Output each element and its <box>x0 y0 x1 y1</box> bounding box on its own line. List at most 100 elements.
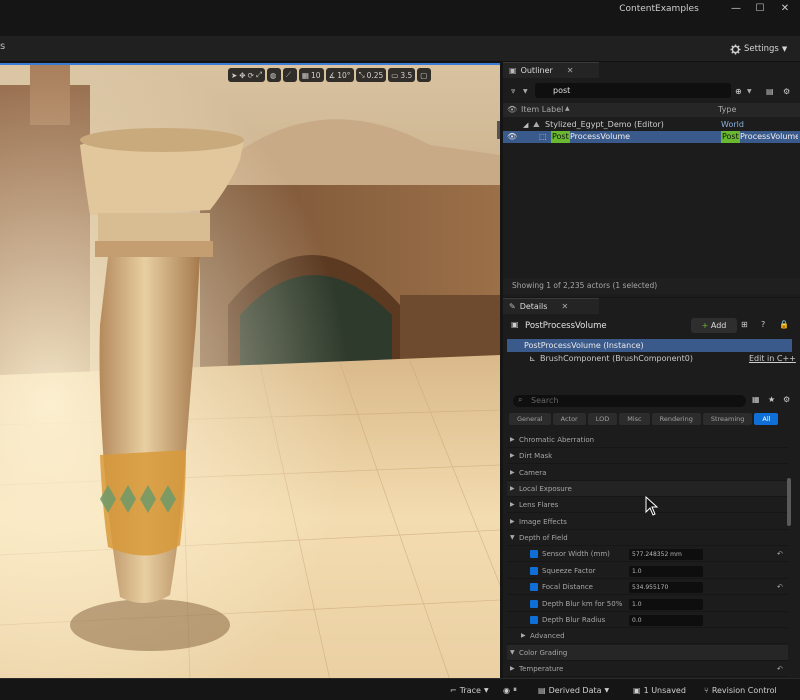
blueprint-icon[interactable]: ⊞ <box>741 320 748 329</box>
minimize-button[interactable]: — <box>726 2 746 16</box>
category-misc[interactable]: Misc <box>619 413 650 425</box>
override-checkbox[interactable] <box>530 616 538 624</box>
category-streaming[interactable]: Streaming <box>702 413 753 425</box>
section-label: Lens Flares <box>519 501 559 509</box>
viewport-toolbar: ➤ ✥ ⟳ ⤢ ◍ ⟋ ▦ 10 ∡ 10° ⤡ 0.25 ▭ 3.5 ▢ <box>228 67 432 83</box>
sensor-width-input[interactable]: 577.248352 mm <box>629 549 703 560</box>
settings-label: Settings <box>744 44 779 54</box>
section-dirt-mask[interactable]: ▶ Dirt Mask <box>507 448 788 464</box>
rotation-snap-button[interactable]: ∡ 10° <box>325 68 354 82</box>
category-lod[interactable]: LOD <box>587 413 618 425</box>
reset-arrow-icon[interactable]: ↶ <box>777 546 783 562</box>
expand-arrow-icon: ▶ <box>510 665 515 672</box>
filter-icon[interactable]: ⩔ <box>511 86 516 96</box>
record-button[interactable]: ◉ ⏸ <box>503 684 517 696</box>
level-viewport[interactable]: ➤ ✥ ⟳ ⤢ ◍ ⟋ ▦ 10 ∡ 10° ⤡ 0.25 ▭ 3.5 ▢ <box>0 63 500 678</box>
close-icon[interactable]: ✕ <box>567 66 574 75</box>
maximize-viewport-button[interactable]: ▢ <box>417 68 432 82</box>
section-chromatic-aberration[interactable]: ▶ Chromatic Aberration <box>507 432 788 448</box>
override-checkbox[interactable] <box>530 583 538 591</box>
component-icon: ⊾ <box>529 354 536 363</box>
section-label: Color Grading <box>519 649 568 657</box>
world-icon: ⛰ <box>533 120 540 129</box>
pencil-icon: ✎ <box>509 302 516 311</box>
depth-blur-radius-input[interactable]: 0.0 <box>629 615 703 626</box>
chevron-down-icon[interactable]: ▼ <box>523 88 528 95</box>
table-view-icon[interactable]: ▦ <box>752 395 760 404</box>
camera-speed-button[interactable]: ▭ 3.5 <box>388 68 416 82</box>
section-camera[interactable]: ▶ Camera <box>507 465 788 481</box>
component-row[interactable]: ⊾ BrushComponent (BrushComponent0) Edit … <box>507 353 796 365</box>
category-general[interactable]: General <box>509 413 551 425</box>
close-window-button[interactable]: ✕ <box>775 2 795 16</box>
category-rendering[interactable]: Rendering <box>651 413 701 425</box>
close-icon[interactable]: ✕ <box>561 302 568 311</box>
depth-blur-km-input[interactable]: 1.0 <box>629 599 703 610</box>
trace-label: Trace <box>459 685 481 695</box>
gear-icon[interactable]: ⚙ <box>783 395 790 404</box>
world-local-button[interactable]: ◍ <box>266 68 281 82</box>
column-item-label[interactable]: Item Label <box>521 105 563 114</box>
save-icon: ▣ <box>633 685 641 695</box>
visibility-eye-icon[interactable]: 👁 <box>507 131 517 143</box>
details-scrollbar[interactable] <box>787 478 791 526</box>
derived-data-icon: ▤ <box>538 685 546 695</box>
scale-snap-value: 0.25 <box>366 70 384 80</box>
section-label: Temperature <box>519 665 564 673</box>
details-search-input[interactable]: Search <box>513 395 746 407</box>
grid-snap-button[interactable]: ▦ 10 <box>298 68 324 82</box>
instance-row[interactable]: PostProcessVolume (Instance) <box>507 339 792 352</box>
surface-snap-button[interactable]: ⟋ <box>282 68 297 82</box>
select-mode-button[interactable]: ➤ ✥ ⟳ ⤢ <box>228 68 265 82</box>
prop-label: Depth Blur Radius <box>542 616 606 624</box>
focal-distance-input[interactable]: 534.955170 <box>629 582 703 593</box>
section-local-exposure[interactable]: ▶ Local Exposure <box>507 481 788 497</box>
prop-focal-distance: Focal Distance 534.955170 ↶ <box>507 579 788 595</box>
section-label: Image Effects <box>519 518 567 526</box>
reset-arrow-icon[interactable]: ↶ <box>777 579 783 595</box>
visibility-eye-icon[interactable]: 👁 <box>507 105 517 114</box>
outliner-row-world[interactable]: ◢ ⛰ Stylized_Egypt_Demo (Editor) World <box>503 119 800 131</box>
folder-icon[interactable]: ▤ <box>766 87 774 96</box>
chevron-down-icon[interactable]: ▼ <box>747 88 752 95</box>
add-component-button[interactable]: + Add <box>691 318 737 333</box>
override-checkbox[interactable] <box>530 600 538 608</box>
star-icon[interactable]: ★ <box>768 395 775 404</box>
expand-arrow-icon: ▶ <box>510 452 515 459</box>
outliner-row-postprocessvolume[interactable]: 👁 ⬚ Post ProcessVolume Post ProcessVolum… <box>503 131 800 143</box>
scale-snap-button[interactable]: ⤡ 0.25 <box>355 68 387 82</box>
section-advanced[interactable]: ▶ Advanced <box>507 628 788 644</box>
category-actor[interactable]: Actor <box>552 413 586 425</box>
toolbar-overflow-label[interactable]: s <box>0 41 5 52</box>
expand-arrow-icon: ◢ <box>523 121 529 129</box>
revision-control-button[interactable]: ⑂ Revision Control <box>704 684 777 696</box>
reset-arrow-icon[interactable]: ↶ <box>777 661 783 677</box>
gear-icon[interactable]: ⚙ <box>783 87 790 96</box>
unsaved-button[interactable]: ▣ 1 Unsaved <box>633 684 686 696</box>
maximize-button[interactable]: ☐ <box>750 2 770 16</box>
cursor-icon: ➤ <box>231 70 238 80</box>
lock-icon[interactable]: 🔒 <box>779 320 789 329</box>
section-image-effects[interactable]: ▶ Image Effects <box>507 514 788 530</box>
section-temperature[interactable]: ▶ Temperature ↶ <box>507 661 788 677</box>
edit-in-cpp-link[interactable]: Edit in C++ <box>749 353 796 365</box>
trace-button[interactable]: ⌐ Trace ▼ <box>450 684 489 696</box>
tab-outliner[interactable]: ▣ Outliner ✕ <box>503 62 599 78</box>
squeeze-factor-input[interactable]: 1.0 <box>629 566 703 577</box>
add-actor-icon[interactable]: ⊕ <box>735 87 742 96</box>
section-label: Chromatic Aberration <box>519 436 595 444</box>
help-icon[interactable]: ? <box>761 320 765 329</box>
section-color-grading[interactable]: ▼ Color Grading <box>507 645 788 661</box>
override-checkbox[interactable] <box>530 550 538 558</box>
viewport-scroll-handle[interactable] <box>497 121 500 139</box>
settings-button[interactable]: Settings ▼ <box>730 41 787 57</box>
prop-label: Depth Blur km for 50% <box>542 600 623 608</box>
column-type[interactable]: Type <box>718 105 736 114</box>
override-checkbox[interactable] <box>530 567 538 575</box>
scale-snap-icon: ⤡ <box>358 70 365 79</box>
category-all[interactable]: All <box>754 413 779 425</box>
outliner-search-input[interactable]: post <box>535 83 731 98</box>
derived-data-button[interactable]: ▤ Derived Data ▼ <box>538 684 609 696</box>
section-depth-of-field[interactable]: ▼ Depth of Field <box>507 530 788 546</box>
tab-details[interactable]: ✎ Details ✕ <box>503 298 599 314</box>
